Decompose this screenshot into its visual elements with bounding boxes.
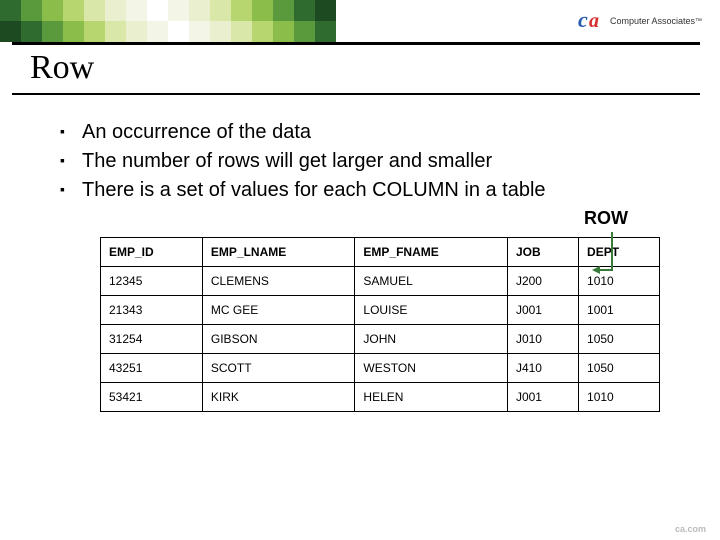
table-cell: MC GEE: [202, 296, 355, 325]
table-cell: GIBSON: [202, 325, 355, 354]
bullet-item: An occurrence of the data: [60, 119, 680, 146]
table-cell: J010: [507, 325, 578, 354]
table-cell: 53421: [101, 383, 203, 412]
table-row: 43251SCOTTWESTONJ4101050: [101, 354, 660, 383]
bullet-item: The number of rows will get larger and s…: [60, 148, 680, 175]
data-table: EMP_ID EMP_LNAME EMP_FNAME JOB DEPT 1234…: [100, 237, 660, 412]
col-header: JOB: [507, 238, 578, 267]
table-cell: 1001: [579, 296, 660, 325]
row-label: ROW: [60, 208, 628, 229]
top-decorative-bar: ca Computer Associates ™: [0, 0, 720, 42]
slide-content: An occurrence of the data The number of …: [0, 95, 720, 412]
brand-logo-area: ca Computer Associates ™: [578, 0, 720, 42]
table-cell: WESTON: [355, 354, 508, 383]
brand-name: Computer Associates: [610, 16, 695, 26]
table-cell: HELEN: [355, 383, 508, 412]
table-cell: LOUISE: [355, 296, 508, 325]
table-cell: SCOTT: [202, 354, 355, 383]
table-row: 12345CLEMENSSAMUELJ2001010: [101, 267, 660, 296]
footer-text: ca.com: [675, 524, 706, 534]
table-cell: J001: [507, 383, 578, 412]
row-label-text: ROW: [584, 208, 628, 228]
table-cell: JOHN: [355, 325, 508, 354]
color-squares: [0, 0, 336, 42]
brand-tm: ™: [695, 18, 702, 25]
table-cell: 1010: [579, 383, 660, 412]
table-cell: J001: [507, 296, 578, 325]
page-title: Row: [30, 49, 720, 87]
bullet-item: There is a set of values for each COLUMN…: [60, 177, 680, 204]
col-header: EMP_FNAME: [355, 238, 508, 267]
arrow-down-left-icon: [590, 230, 620, 285]
data-table-wrap: EMP_ID EMP_LNAME EMP_FNAME JOB DEPT 1234…: [100, 237, 660, 412]
table-row: 53421KIRKHELENJ0011010: [101, 383, 660, 412]
table-cell: J200: [507, 267, 578, 296]
table-cell: J410: [507, 354, 578, 383]
table-row: 31254GIBSONJOHNJ0101050: [101, 325, 660, 354]
table-cell: SAMUEL: [355, 267, 508, 296]
col-header: EMP_ID: [101, 238, 203, 267]
table-cell: KIRK: [202, 383, 355, 412]
table-cell: 1050: [579, 354, 660, 383]
table-cell: 21343: [101, 296, 203, 325]
bullet-list: An occurrence of the data The number of …: [60, 119, 680, 204]
table-cell: 1050: [579, 325, 660, 354]
table-cell: CLEMENS: [202, 267, 355, 296]
table-cell: 31254: [101, 325, 203, 354]
col-header: EMP_LNAME: [202, 238, 355, 267]
table-header-row: EMP_ID EMP_LNAME EMP_FNAME JOB DEPT: [101, 238, 660, 267]
table-row: 21343MC GEELOUISEJ0011001: [101, 296, 660, 325]
ca-logo-icon: ca: [578, 7, 606, 35]
table-cell: 12345: [101, 267, 203, 296]
table-cell: 43251: [101, 354, 203, 383]
